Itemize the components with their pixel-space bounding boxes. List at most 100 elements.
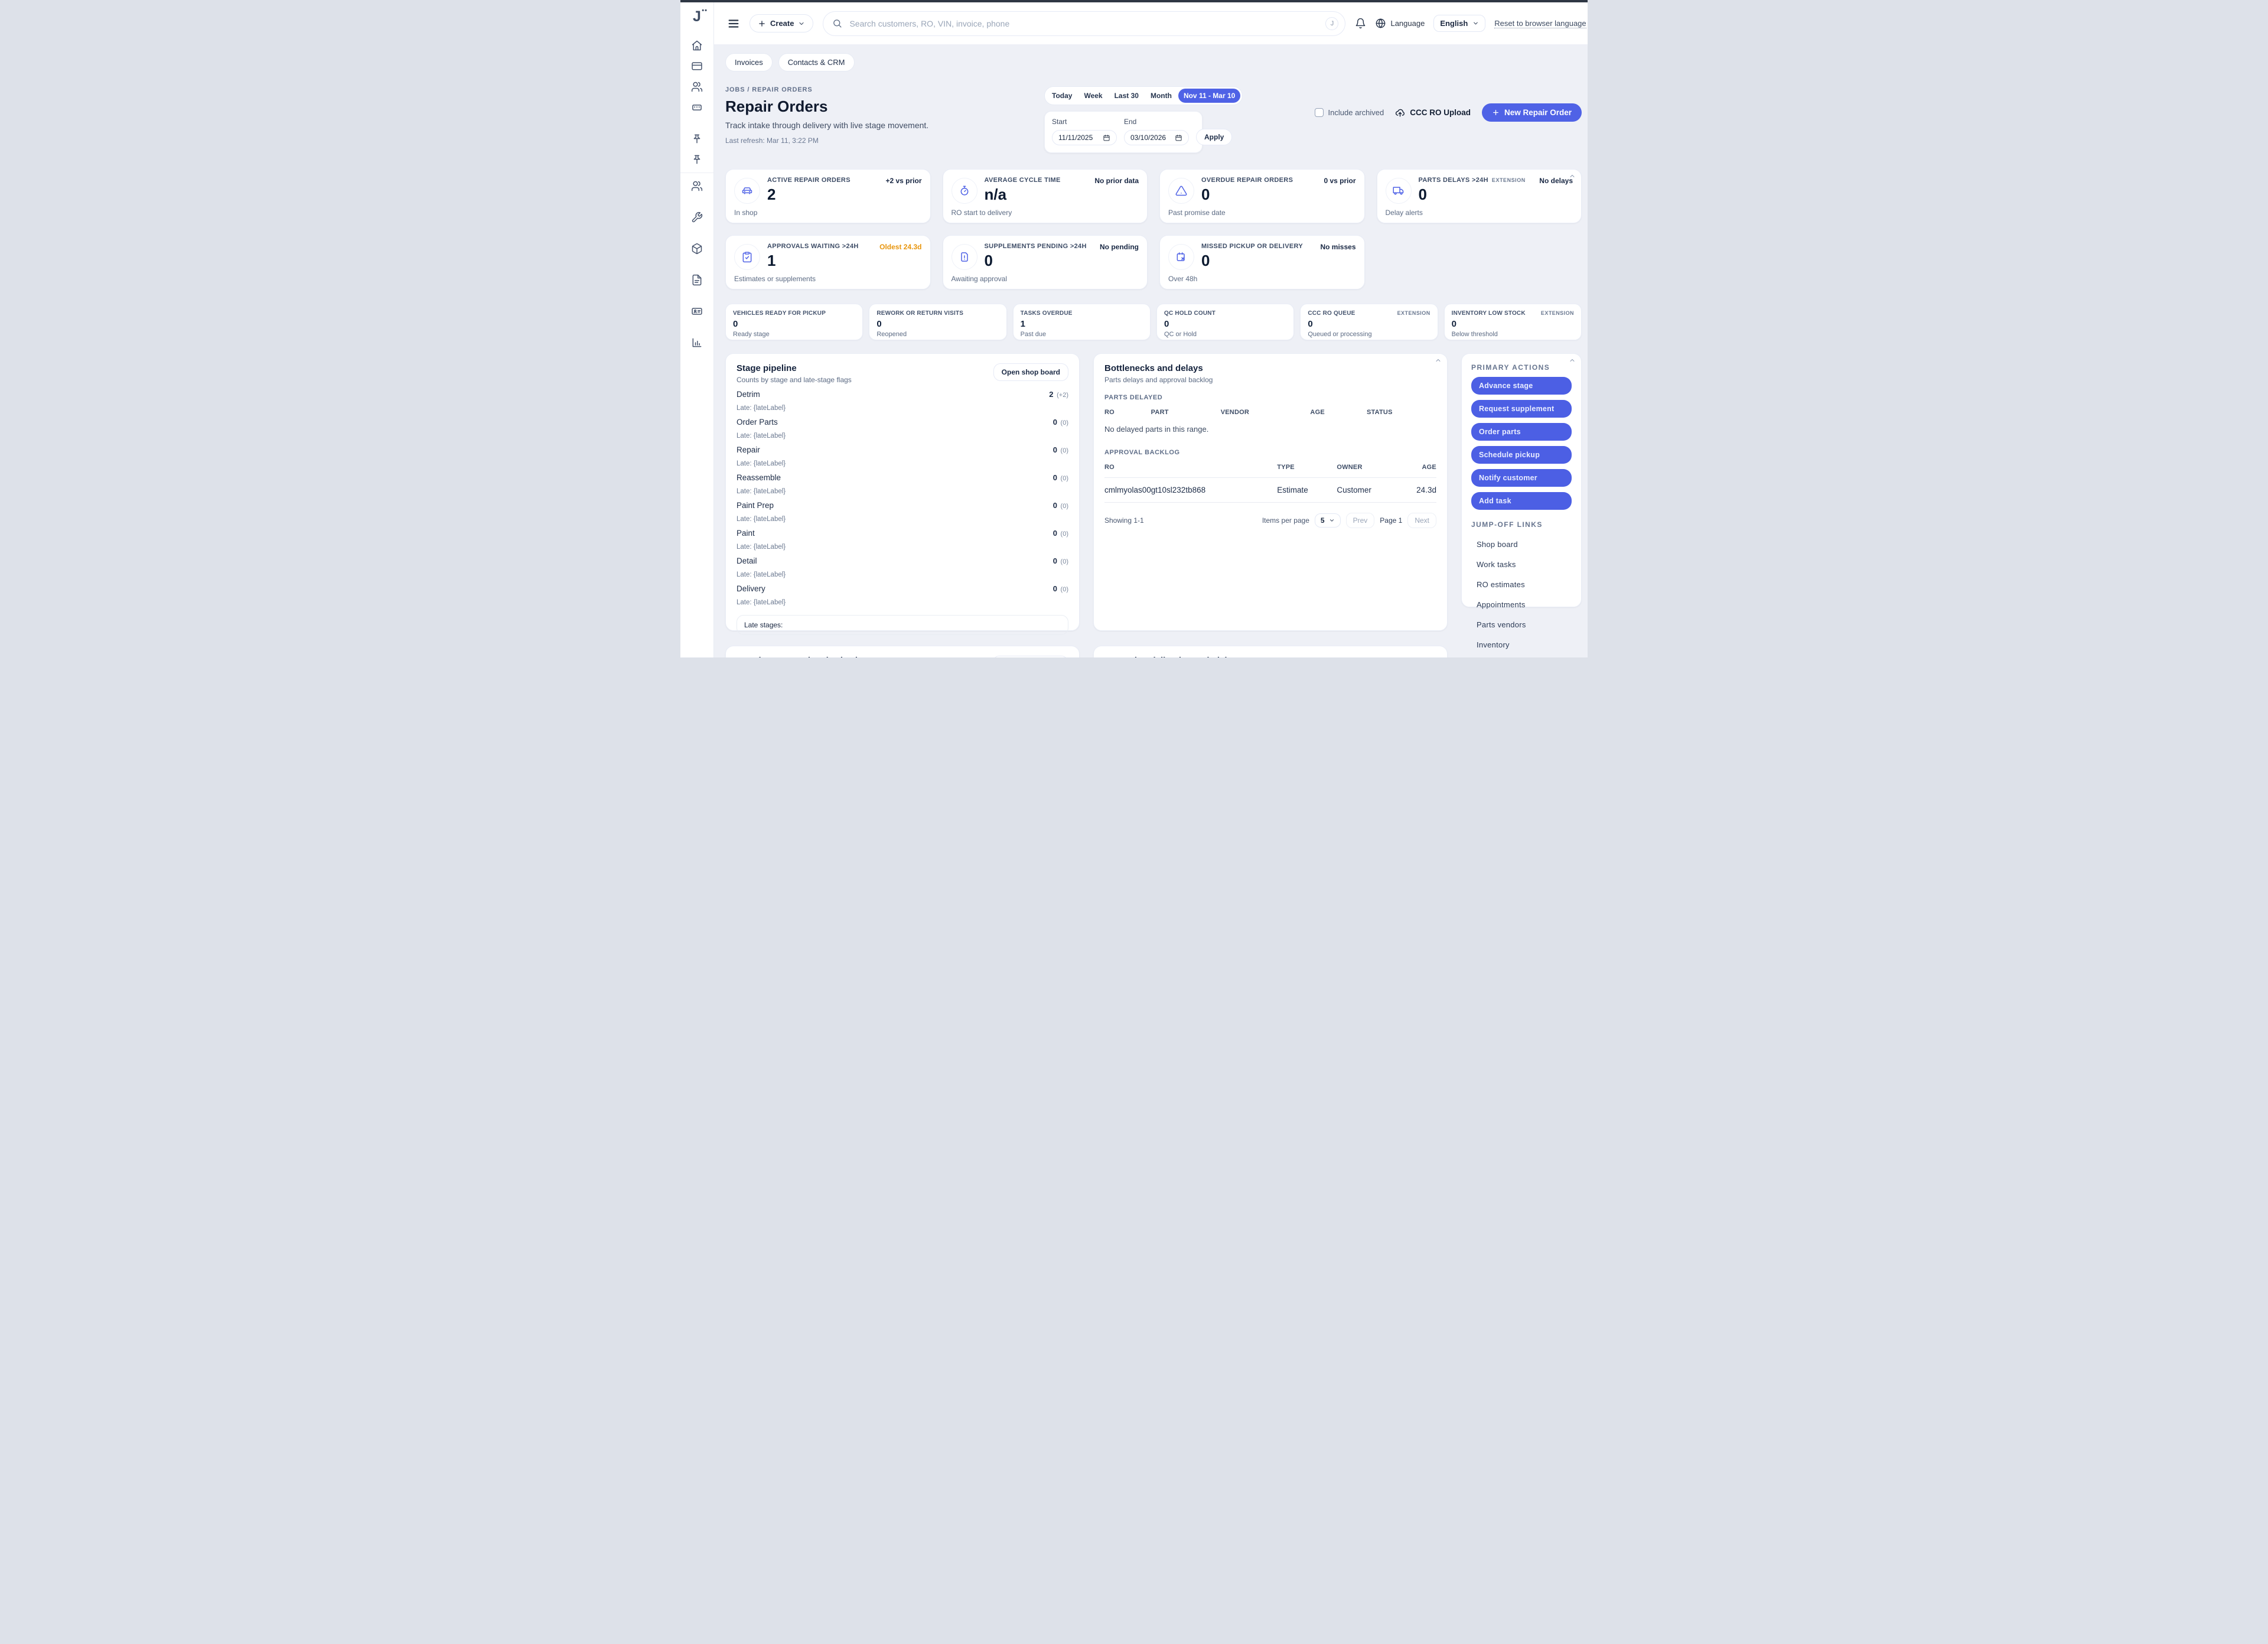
collapse-icon[interactable] xyxy=(1435,357,1442,364)
apply-button[interactable]: Apply xyxy=(1196,129,1232,145)
last-refresh-text: Last refresh: Mar 11, 3:22 PM xyxy=(725,136,1044,145)
backlog-pagination: Showing 1-1 Items per page 5 Prev Page 1… xyxy=(1104,513,1436,528)
users-icon[interactable] xyxy=(691,81,703,93)
range-tab-today[interactable]: Today xyxy=(1047,89,1077,103)
credit-card-icon[interactable] xyxy=(691,60,703,72)
stage-row: Delivery0 (0) Late: {lateLabel} xyxy=(737,584,1068,606)
stage-row: Reassemble0 (0) Late: {lateLabel} xyxy=(737,473,1068,495)
collapse-icon[interactable] xyxy=(1569,172,1576,180)
backlog-age: 24.3d xyxy=(1403,486,1436,494)
tab-invoices[interactable]: Invoices xyxy=(725,53,773,71)
calendar-icon[interactable] xyxy=(1175,134,1182,142)
ro-id: cmlmyolas00gt10sl232tb868 xyxy=(1104,486,1277,494)
id-card-icon[interactable] xyxy=(691,305,703,317)
language-label: Language xyxy=(1390,19,1425,28)
create-button[interactable]: Create xyxy=(750,14,813,32)
search-shortcut-badge: J xyxy=(1325,17,1338,30)
reset-language-link[interactable]: Reset to browser language xyxy=(1494,19,1586,28)
primary-actions-panel: PRIMARY ACTIONS Advance stage Request su… xyxy=(1461,353,1582,607)
range-tab-last30[interactable]: Last 30 xyxy=(1109,89,1144,103)
stage-row: Detail0 (0) Late: {lateLabel} xyxy=(737,556,1068,578)
link-appointments[interactable]: Appointments xyxy=(1471,600,1572,609)
checkbox-icon[interactable] xyxy=(1315,108,1324,117)
kpi-row-1: ACTIVE REPAIR ORDERS +2 vs prior 2 In sh… xyxy=(725,169,1582,223)
breadcrumb: JOBS / REPAIR ORDERS xyxy=(725,86,1044,93)
stage-late-label: Late: {lateLabel} xyxy=(737,432,1068,440)
pin-icon[interactable] xyxy=(691,133,703,145)
link-parts-vendors[interactable]: Parts vendors xyxy=(1471,620,1572,629)
kpi-value: 0 xyxy=(1308,320,1430,328)
link-inventory[interactable]: Inventory xyxy=(1471,640,1572,649)
scanner-icon[interactable] xyxy=(691,102,703,113)
custom-range-card: Start End xyxy=(1044,111,1203,153)
range-tab-custom[interactable]: Nov 11 - Mar 10 xyxy=(1178,89,1240,103)
page-indicator: Page 1 xyxy=(1380,516,1402,525)
kpi-ccc-ro-queue: CCC RO QUEUEEXTENSION 0 Queued or proces… xyxy=(1300,304,1438,340)
request-supplement-button[interactable]: Request supplement xyxy=(1471,400,1572,418)
collapse-icon[interactable] xyxy=(1569,357,1576,364)
kpi-row-3: VEHICLES READY FOR PICKUP 0 Ready stage … xyxy=(725,304,1582,340)
global-search: J xyxy=(823,11,1345,36)
parts-boxes-icon[interactable] xyxy=(691,243,703,255)
kpi-supplements-pending: SUPPLEMENTS PENDING >24H No pending 0 Aw… xyxy=(943,235,1148,289)
upload-cloud-icon xyxy=(1395,108,1405,118)
items-per-page-select[interactable]: 5 xyxy=(1315,513,1341,528)
bar-chart-icon[interactable] xyxy=(691,337,703,349)
search-input[interactable] xyxy=(823,11,1345,36)
kpi-value: 0 xyxy=(1164,320,1286,328)
notify-customer-button[interactable]: Notify customer xyxy=(1471,469,1572,487)
kpi-tasks-overdue: TASKS OVERDUE 1 Past due xyxy=(1013,304,1151,340)
late-stages-summary: Late stages: xyxy=(737,615,1068,635)
wrench-icon[interactable] xyxy=(691,211,703,223)
home-icon[interactable] xyxy=(691,40,703,51)
bell-icon[interactable] xyxy=(1355,18,1366,29)
document-icon[interactable] xyxy=(691,274,703,286)
kpi-value: n/a xyxy=(985,187,1139,202)
stage-late-label: Late: {lateLabel} xyxy=(737,516,1068,523)
kpi-value: 0 xyxy=(1201,187,1356,202)
range-tab-week[interactable]: Week xyxy=(1078,89,1107,103)
next-page-button[interactable]: Next xyxy=(1407,513,1436,528)
deliveries-panel: Upcoming deliveries and pickups Next 7 d… xyxy=(1093,646,1448,657)
include-archived-checkbox[interactable]: Include archived xyxy=(1315,108,1384,117)
kpi-value: 2 xyxy=(767,187,922,202)
jump-off-links-heading: JUMP-OFF LINKS xyxy=(1471,520,1572,529)
ccc-ro-upload-button[interactable]: CCC RO Upload xyxy=(1395,108,1471,118)
end-date-input[interactable] xyxy=(1124,130,1189,145)
workspace-tabs: Invoices Contacts & CRM xyxy=(725,53,1582,71)
kpi-footer: Below threshold xyxy=(1452,331,1574,338)
pin-icon[interactable] xyxy=(691,154,703,165)
open-shop-board-button[interactable]: Open shop board xyxy=(993,363,1068,381)
kpi-parts-delays: PARTS DELAYS >24HEXTENSION No delays 0 D… xyxy=(1377,169,1582,223)
link-ro-estimates[interactable]: RO estimates xyxy=(1471,580,1572,589)
contacts-icon[interactable] xyxy=(691,180,703,192)
search-icon xyxy=(832,18,842,28)
request-approval-button[interactable]: Request approval xyxy=(992,656,1068,657)
schedule-pickup-button[interactable]: Schedule pickup xyxy=(1471,446,1572,464)
extension-tag: EXTENSION xyxy=(1492,177,1526,183)
advance-stage-button[interactable]: Advance stage xyxy=(1471,377,1572,395)
start-date-input[interactable] xyxy=(1052,130,1117,145)
menu-icon[interactable] xyxy=(727,17,740,30)
tab-contacts-crm[interactable]: Contacts & CRM xyxy=(778,53,855,71)
table-row[interactable]: cmlmyolas00gt10sl232tb868 Estimate Custo… xyxy=(1104,478,1436,503)
app-logo[interactable]: J•• xyxy=(693,9,701,24)
kpi-vehicles-ready: VEHICLES READY FOR PICKUP 0 Ready stage xyxy=(725,304,863,340)
calendar-icon[interactable] xyxy=(1103,134,1110,142)
end-date-value[interactable] xyxy=(1130,134,1171,142)
prev-page-button[interactable]: Prev xyxy=(1346,513,1375,528)
kpi-approvals-waiting: APPROVALS WAITING >24H Oldest 24.3d 1 Es… xyxy=(725,235,931,289)
kpi-footer: Awaiting approval xyxy=(951,275,1008,283)
kpi-value: 0 xyxy=(1201,253,1356,268)
order-parts-button[interactable]: Order parts xyxy=(1471,423,1572,441)
new-repair-order-button[interactable]: New Repair Order xyxy=(1482,103,1582,122)
kpi-value: 0 xyxy=(876,320,999,328)
approval-backlog-columns: RO TYPE OWNER AGE xyxy=(1104,464,1436,478)
add-task-button[interactable]: Add task xyxy=(1471,492,1572,510)
language-select[interactable]: English xyxy=(1433,15,1485,32)
panel-subtitle: Parts delays and approval backlog xyxy=(1104,376,1436,384)
range-tab-month[interactable]: Month xyxy=(1145,89,1177,103)
start-date-value[interactable] xyxy=(1058,134,1099,142)
link-work-tasks[interactable]: Work tasks xyxy=(1471,560,1572,569)
link-shop-board[interactable]: Shop board xyxy=(1471,540,1572,549)
